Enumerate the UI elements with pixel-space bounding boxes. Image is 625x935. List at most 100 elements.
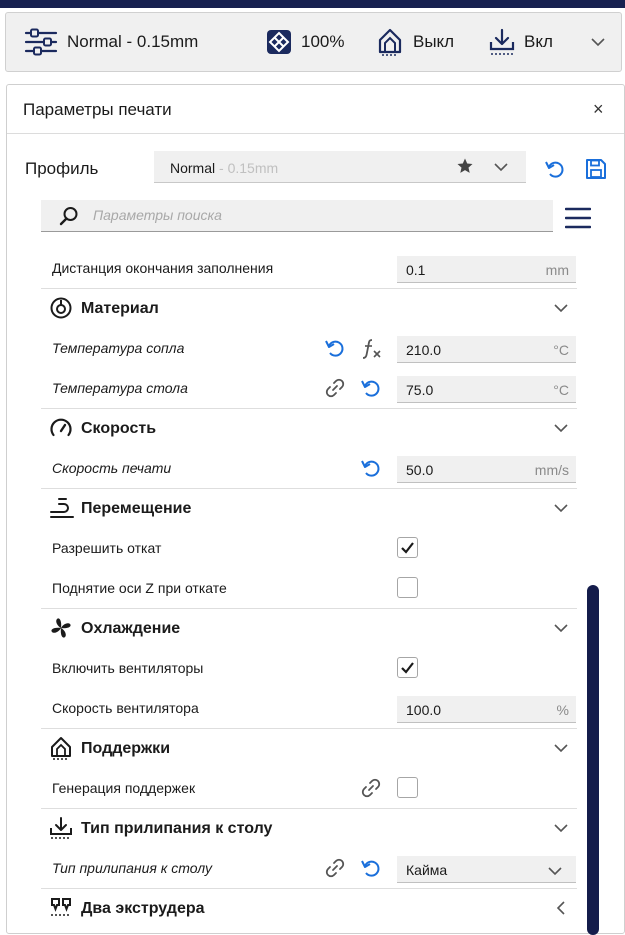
field-unit: °C bbox=[553, 382, 569, 398]
profile-layer-text: - 0.15mm bbox=[215, 160, 279, 176]
chevron-down-icon[interactable] bbox=[553, 420, 569, 441]
field-unit: mm bbox=[545, 262, 569, 278]
setting-adhesion-type: Тип прилипания к столу Кайма bbox=[41, 848, 577, 888]
setting-infill-end-distance: Дистанция окончания заполнения 0.1 mm bbox=[41, 248, 577, 288]
panel-title: Параметры печати bbox=[23, 100, 172, 119]
adhesion-icon bbox=[489, 28, 515, 56]
adhesion-icon bbox=[49, 816, 73, 845]
setting-bed-temperature: Температура стола 75.0 °C bbox=[41, 368, 577, 408]
profile-name-text: Normal bbox=[170, 160, 216, 176]
support-summary[interactable]: Выкл bbox=[376, 13, 454, 71]
infill-summary[interactable]: 100% bbox=[266, 13, 344, 71]
setting-enable-fans: Включить вентиляторы bbox=[41, 648, 577, 688]
reset-icon[interactable] bbox=[360, 857, 382, 884]
support-summary-text: Выкл bbox=[413, 32, 455, 51]
menu-icon[interactable] bbox=[564, 207, 592, 234]
setting-fan-speed: Скорость вентилятора 100.0 % bbox=[41, 688, 577, 728]
category-travel[interactable]: Перемещение bbox=[41, 488, 577, 528]
window-top-strip bbox=[0, 0, 625, 8]
chevron-down-icon[interactable] bbox=[591, 13, 605, 71]
field-value: 210.0 bbox=[406, 342, 442, 358]
close-button[interactable]: × bbox=[593, 99, 604, 119]
setting-label: Разрешить откат bbox=[52, 540, 162, 556]
link-icon[interactable] bbox=[360, 777, 382, 804]
reset-icon[interactable] bbox=[324, 337, 346, 364]
scrollbar[interactable] bbox=[587, 585, 599, 935]
material-icon bbox=[49, 296, 73, 325]
setting-label: Поднятие оси Z при откате bbox=[52, 580, 227, 596]
support-icon bbox=[376, 28, 404, 56]
nozzle-temperature-field[interactable]: 210.0 °C bbox=[397, 336, 576, 363]
support-icon bbox=[49, 736, 73, 765]
category-supports[interactable]: Поддержки bbox=[41, 728, 577, 768]
search-input[interactable] bbox=[93, 200, 533, 230]
adhesion-type-select[interactable]: Кайма bbox=[397, 856, 576, 883]
category-cooling[interactable]: Охлаждение bbox=[41, 608, 577, 648]
chevron-down-icon[interactable] bbox=[553, 620, 569, 641]
category-title: Тип прилипания к столу bbox=[81, 820, 273, 837]
field-value: 100.0 bbox=[406, 702, 442, 718]
category-title: Материал bbox=[81, 300, 159, 317]
category-title: Скорость bbox=[81, 420, 157, 437]
chevron-down-icon[interactable] bbox=[553, 500, 569, 521]
profile-select[interactable]: Normal - 0.15mm bbox=[154, 151, 526, 183]
profile-name: Normal - 0.15mm bbox=[170, 160, 278, 176]
profile-summary-text: Normal - 0.15mm bbox=[67, 32, 199, 51]
print-settings-panel: Параметры печати × Профиль Normal - 0.15… bbox=[6, 84, 625, 935]
category-speed[interactable]: Скорость bbox=[41, 408, 577, 448]
travel-icon bbox=[49, 496, 75, 525]
field-value: 50.0 bbox=[406, 462, 434, 478]
setting-nozzle-temperature: Температура сопла 210.0 °C bbox=[41, 328, 577, 368]
chevron-down-icon[interactable] bbox=[494, 159, 508, 177]
search-box[interactable] bbox=[41, 200, 553, 232]
setting-label: Скорость печати bbox=[52, 460, 172, 476]
setting-label: Температура сопла bbox=[52, 340, 185, 356]
setting-z-hop: Поднятие оси Z при откате bbox=[41, 568, 577, 608]
dual-extruder-icon bbox=[49, 896, 73, 925]
z-hop-checkbox[interactable] bbox=[397, 577, 418, 598]
setting-label: Дистанция окончания заполнения bbox=[52, 260, 274, 276]
field-unit: °C bbox=[553, 342, 569, 358]
reset-icon[interactable] bbox=[360, 457, 382, 484]
category-adhesion[interactable]: Тип прилипания к столу bbox=[41, 808, 577, 848]
adhesion-summary[interactable]: Вкл bbox=[489, 13, 553, 71]
setting-label: Температура стола bbox=[52, 380, 188, 396]
link-icon[interactable] bbox=[324, 377, 346, 404]
chevron-down-icon[interactable] bbox=[553, 300, 569, 321]
fan-icon bbox=[49, 616, 73, 645]
setting-generate-support: Генерация поддержек bbox=[41, 768, 577, 808]
print-speed-field[interactable]: 50.0 mm/s bbox=[397, 456, 576, 483]
bed-temperature-field[interactable]: 75.0 °C bbox=[397, 376, 576, 403]
reset-icon[interactable] bbox=[360, 377, 382, 404]
infill-end-distance-field[interactable]: 0.1 mm bbox=[397, 256, 576, 283]
field-value: 75.0 bbox=[406, 382, 434, 398]
category-dual-extrusion[interactable]: Два экструдера bbox=[41, 888, 577, 928]
setting-label: Включить вентиляторы bbox=[52, 660, 204, 676]
chevron-down-icon[interactable] bbox=[553, 820, 569, 841]
chevron-down-icon[interactable] bbox=[553, 740, 569, 761]
fan-speed-field[interactable]: 100.0 % bbox=[397, 696, 576, 723]
enable-retraction-checkbox[interactable] bbox=[397, 537, 418, 558]
field-unit: mm/s bbox=[534, 462, 569, 478]
function-icon[interactable] bbox=[360, 337, 382, 364]
print-settings-header-bar[interactable]: Normal - 0.15mm 100% Выкл Вкл bbox=[5, 12, 622, 72]
setting-label: Тип прилипания к столу bbox=[52, 860, 212, 876]
generate-support-checkbox[interactable] bbox=[397, 777, 418, 798]
category-material[interactable]: Материал bbox=[41, 288, 577, 328]
star-icon[interactable] bbox=[456, 157, 474, 180]
enable-fans-checkbox[interactable] bbox=[397, 657, 418, 678]
speedometer-icon bbox=[49, 416, 73, 445]
save-profile-button[interactable] bbox=[585, 158, 607, 185]
infill-summary-text: 100% bbox=[301, 32, 345, 51]
profile-summary[interactable]: Normal - 0.15mm bbox=[24, 13, 198, 71]
category-title: Перемещение bbox=[81, 500, 192, 517]
search-icon bbox=[59, 206, 79, 231]
category-title: Два экструдера bbox=[81, 900, 205, 917]
reset-profile-button[interactable] bbox=[544, 158, 566, 185]
chevron-left-icon[interactable] bbox=[553, 900, 569, 921]
link-icon[interactable] bbox=[324, 857, 346, 884]
adhesion-summary-text: Вкл bbox=[524, 32, 553, 51]
category-title: Поддержки bbox=[81, 740, 171, 757]
divider bbox=[7, 133, 624, 134]
sliders-icon bbox=[24, 28, 58, 56]
